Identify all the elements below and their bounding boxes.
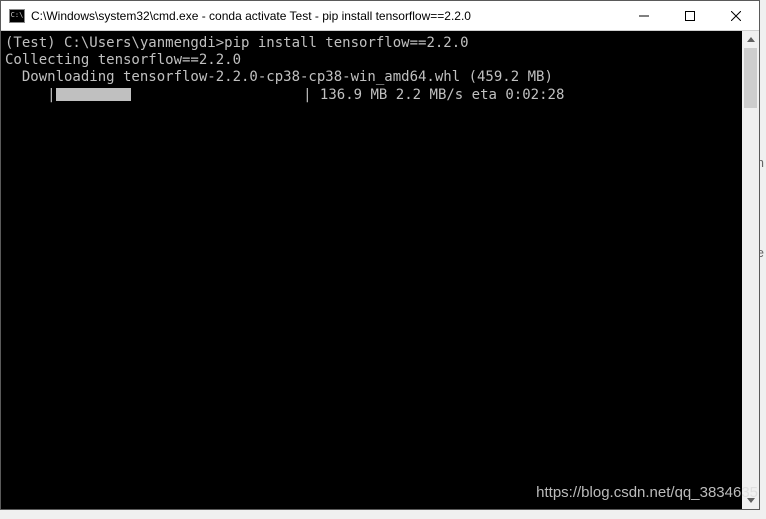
scroll-down-button[interactable] xyxy=(742,492,759,509)
chevron-up-icon xyxy=(747,37,755,42)
console-area: (Test) C:\Users\yanmengdi>pip install te… xyxy=(1,31,759,509)
close-button[interactable] xyxy=(713,1,759,30)
output-line: Collecting tensorflow==2.2.0 xyxy=(5,52,241,68)
close-icon xyxy=(731,11,741,21)
maximize-button[interactable] xyxy=(667,1,713,30)
titlebar[interactable]: C:\ C:\Windows\system32\cmd.exe - conda … xyxy=(1,1,759,31)
progress-empty xyxy=(131,88,304,101)
cmd-icon-text: C:\ xyxy=(11,12,24,19)
minimize-icon xyxy=(639,11,649,21)
prompt-text: (Test) C:\Users\yanmengdi> xyxy=(5,35,224,51)
window-title: C:\Windows\system32\cmd.exe - conda acti… xyxy=(31,9,621,23)
progress-fill xyxy=(56,88,131,101)
chevron-down-icon xyxy=(747,498,755,503)
progress-prefix: | xyxy=(5,87,56,103)
cmd-window: C:\ C:\Windows\system32\cmd.exe - conda … xyxy=(0,0,760,510)
vertical-scrollbar[interactable] xyxy=(742,31,759,509)
scroll-thumb[interactable] xyxy=(744,48,757,108)
progress-line: | | 136.9 MB 2.2 MB/s eta 0:02:28 xyxy=(5,87,564,103)
console-output[interactable]: (Test) C:\Users\yanmengdi>pip install te… xyxy=(1,31,742,509)
window-controls xyxy=(621,1,759,30)
output-line: Downloading tensorflow-2.2.0-cp38-cp38-w… xyxy=(5,69,553,85)
cmd-icon: C:\ xyxy=(9,9,25,23)
command-text: pip install tensorflow==2.2.0 xyxy=(224,35,468,51)
maximize-icon xyxy=(685,11,695,21)
progress-bar xyxy=(56,86,304,103)
progress-suffix: | 136.9 MB 2.2 MB/s eta 0:02:28 xyxy=(303,87,564,103)
scroll-track[interactable] xyxy=(742,48,759,492)
minimize-button[interactable] xyxy=(621,1,667,30)
scroll-up-button[interactable] xyxy=(742,31,759,48)
